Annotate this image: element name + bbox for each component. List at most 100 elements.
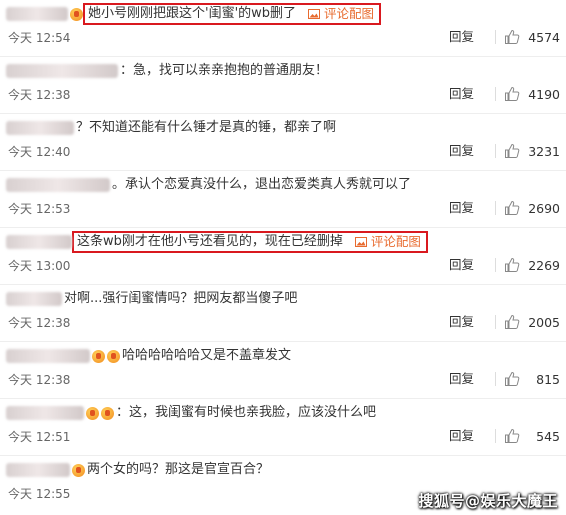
- like-button[interactable]: 815: [480, 369, 560, 389]
- username-blurred[interactable]: [6, 235, 72, 249]
- thumbs-up-icon: [505, 314, 520, 329]
- comment-time: 今天 12:38: [8, 373, 71, 387]
- like-button[interactable]: 4190: [480, 84, 560, 104]
- comment-time: 今天 12:54: [8, 31, 71, 45]
- comment-item: 对啊...强行闺蜜情吗？把网友都当傻子吧 今天 12:38 回复 2005: [0, 285, 566, 342]
- comment-line: ：急，找可以亲亲抱抱的普通朋友！: [6, 61, 328, 81]
- divider: [495, 87, 496, 101]
- comment-line: ？不知道还能有什么锤才是真的锤，都亲了啊: [6, 118, 336, 138]
- like-count: 4190: [528, 86, 560, 102]
- vip-badge-icon: [70, 7, 83, 21]
- reply-button[interactable]: 回复: [449, 371, 474, 387]
- level-badge-icon: [101, 406, 114, 420]
- comment-text: ：这，我闺蜜有时候也亲我脸，应该没什么吧: [116, 405, 377, 420]
- comment-line: 。承认个恋爱真没什么，退出恋爱类真人秀就可以了: [6, 175, 411, 195]
- vip-badge-icon: [92, 349, 105, 363]
- thumbs-up-icon: [505, 86, 520, 101]
- vip-badge-icon: [72, 463, 85, 477]
- username-blurred[interactable]: [6, 7, 68, 21]
- comment-text: ：急，找可以亲亲抱抱的普通朋友！: [120, 63, 329, 78]
- comment-time: 今天 12:38: [8, 316, 71, 330]
- comment-line: 对啊...强行闺蜜情吗？把网友都当傻子吧: [6, 289, 297, 309]
- like-count: 2690: [528, 200, 560, 216]
- thumbs-up-icon: [505, 257, 520, 272]
- comment-line: 这条wb刚才在他小号还看见的，现在已经删掉 评论配图: [6, 231, 428, 253]
- like-count: 545: [536, 428, 560, 444]
- like-count: 2005: [528, 314, 560, 330]
- thumbs-up-icon: [505, 143, 520, 158]
- divider: [495, 372, 496, 386]
- reply-button[interactable]: 回复: [449, 257, 474, 273]
- reply-button[interactable]: 回复: [449, 86, 474, 102]
- divider: [495, 201, 496, 215]
- like-button[interactable]: 2690: [480, 198, 560, 218]
- comment-time: 今天 13:00: [8, 259, 71, 273]
- comment-item: 她小号刚刚把跟这个'闺蜜'的wb删了 评论配图 今天 12:54 回复 4574: [0, 0, 566, 57]
- comment-text: 。承认个恋爱真没什么，退出恋爱类真人秀就可以了: [112, 177, 412, 192]
- comment-text: ？不知道还能有什么锤才是真的锤，都亲了啊: [76, 120, 337, 135]
- watermark: 搜狐号@娱乐大魔王: [418, 492, 558, 510]
- level-badge-icon: [107, 349, 120, 363]
- vip-badge-icon: [86, 406, 99, 420]
- image-icon: [354, 237, 367, 247]
- divider: [495, 144, 496, 158]
- comment-line: 两个女的吗？那这是官宣百合？: [6, 460, 269, 480]
- comment-time: 今天 12:55: [8, 487, 71, 501]
- like-count: 815: [536, 371, 560, 387]
- reply-button[interactable]: 回复: [449, 200, 474, 216]
- comment-time: 今天 12:40: [8, 145, 71, 159]
- comment-text: 这条wb刚才在他小号还看见的，现在已经删掉: [77, 234, 343, 249]
- comment-image-label: 评论配图: [370, 234, 421, 249]
- comment-item: ：这，我闺蜜有时候也亲我脸，应该没什么吧 今天 12:51 回复 545: [0, 399, 566, 456]
- reply-button[interactable]: 回复: [449, 428, 474, 444]
- username-blurred[interactable]: [6, 64, 118, 78]
- comment-image-link[interactable]: 评论配图: [308, 4, 374, 24]
- comment-text: 哈哈哈哈哈哈又是不盖章发文: [122, 348, 292, 363]
- reply-button[interactable]: 回复: [449, 29, 474, 45]
- like-button[interactable]: 4574: [480, 27, 560, 47]
- comment-image-label: 评论配图: [324, 6, 375, 21]
- highlight-box: 这条wb刚才在他小号还看见的，现在已经删掉 评论配图: [72, 231, 428, 253]
- comment-line: 她小号刚刚把跟这个'闺蜜'的wb删了 评论配图: [6, 3, 382, 25]
- like-button[interactable]: 545: [480, 426, 560, 446]
- divider: [495, 258, 496, 272]
- image-icon: [308, 9, 321, 19]
- comment-time: 今天 12:51: [8, 430, 71, 444]
- username-blurred[interactable]: [6, 178, 110, 192]
- thumbs-up-icon: [505, 200, 520, 215]
- comment-time: 今天 12:38: [8, 88, 71, 102]
- username-blurred[interactable]: [6, 121, 74, 135]
- like-count: 3231: [528, 143, 560, 159]
- like-count: 2269: [528, 257, 560, 273]
- divider: [495, 429, 496, 443]
- username-blurred[interactable]: [6, 406, 84, 420]
- comment-item: ？不知道还能有什么锤才是真的锤，都亲了啊 今天 12:40 回复 3231: [0, 114, 566, 171]
- reply-button[interactable]: 回复: [449, 314, 474, 330]
- divider: [495, 315, 496, 329]
- comment-time: 今天 12:53: [8, 202, 71, 216]
- like-button[interactable]: 2269: [480, 255, 560, 275]
- username-blurred[interactable]: [6, 292, 62, 306]
- username-blurred[interactable]: [6, 349, 90, 363]
- divider: [495, 30, 496, 44]
- like-button[interactable]: 3231: [480, 141, 560, 161]
- comment-line: 哈哈哈哈哈哈又是不盖章发文: [6, 346, 291, 366]
- comment-item: ：急，找可以亲亲抱抱的普通朋友！ 今天 12:38 回复 4190: [0, 57, 566, 114]
- comment-text: 对啊...强行闺蜜情吗？把网友都当傻子吧: [64, 291, 298, 306]
- comment-item: 哈哈哈哈哈哈又是不盖章发文 今天 12:38 回复 815: [0, 342, 566, 399]
- username-blurred[interactable]: [6, 463, 70, 477]
- thumbs-up-icon: [505, 29, 520, 44]
- comment-text: 两个女的吗？那这是官宣百合？: [87, 462, 270, 477]
- comment-image-link[interactable]: 评论配图: [354, 232, 421, 252]
- reply-button[interactable]: 回复: [449, 143, 474, 159]
- highlight-box: 她小号刚刚把跟这个'闺蜜'的wb删了 评论配图: [83, 3, 382, 25]
- comment-text: 她小号刚刚把跟这个'闺蜜'的wb删了: [88, 6, 297, 21]
- comment-item: 。承认个恋爱真没什么，退出恋爱类真人秀就可以了 今天 12:53 回复 2690: [0, 171, 566, 228]
- like-button[interactable]: 2005: [480, 312, 560, 332]
- comment-line: ：这，我闺蜜有时候也亲我脸，应该没什么吧: [6, 403, 376, 423]
- thumbs-up-icon: [505, 371, 520, 386]
- comment-list: 她小号刚刚把跟这个'闺蜜'的wb删了 评论配图 今天 12:54 回复 4574…: [0, 0, 566, 513]
- like-count: 4574: [528, 29, 560, 45]
- comment-item: 这条wb刚才在他小号还看见的，现在已经删掉 评论配图 今天 13:00 回复 2…: [0, 228, 566, 285]
- thumbs-up-icon: [505, 428, 520, 443]
